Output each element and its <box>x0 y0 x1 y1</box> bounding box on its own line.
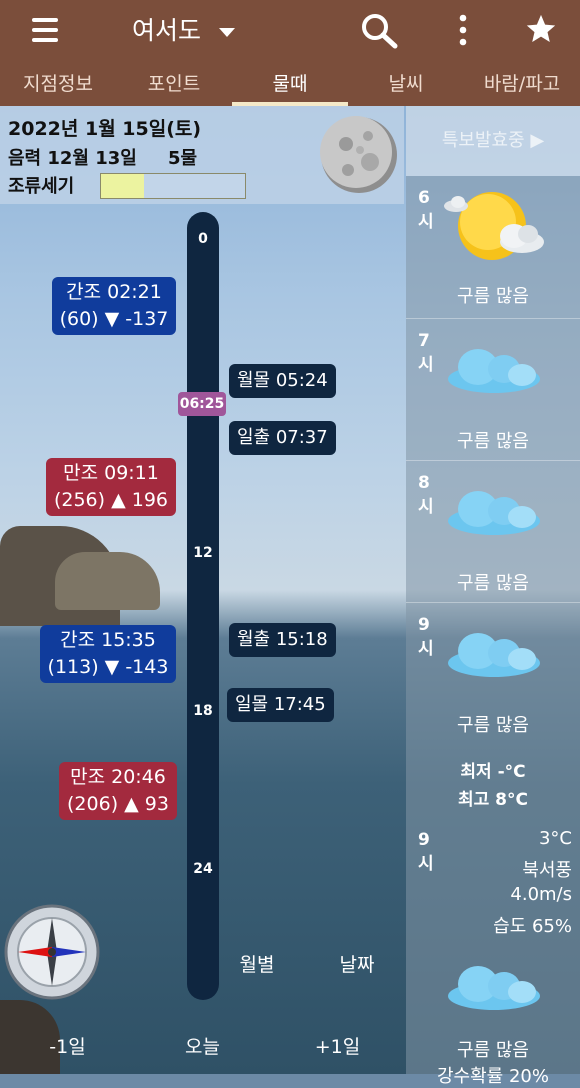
tide-event-high: 만조 09:11 (256) ▲ 196 <box>46 458 176 516</box>
humidity: 습도 65% <box>493 916 572 937</box>
tide-event-time: 만조 09:11 <box>63 462 159 484</box>
max-temp: 최고 8°C <box>457 790 528 810</box>
tide-timeline <box>187 212 219 1000</box>
tab-weather[interactable]: 날씨 <box>348 62 464 106</box>
tide-event-low: 간조 02:21 (60) ▼ -137 <box>52 277 176 335</box>
tide-event-time: 만조 20:46 <box>70 766 166 788</box>
timeline-tick: 18 <box>193 703 213 719</box>
weather-condition: 구름 많음 <box>457 715 529 736</box>
date-picker-button[interactable]: 날짜 <box>322 950 392 977</box>
cloud-icon <box>448 491 540 535</box>
timeline-tick: 12 <box>193 545 213 561</box>
moonrise-label: 월출 15:18 <box>229 623 336 657</box>
tide-event-level: (113) ▼ -143 <box>47 656 169 678</box>
hour-label: 9시 <box>418 615 434 659</box>
compass-icon[interactable] <box>4 904 100 1000</box>
tab-points[interactable]: 포인트 <box>116 62 232 106</box>
hour-label: 6시 <box>418 188 434 232</box>
tide-event-high: 만조 20:46 (206) ▲ 93 <box>59 762 177 820</box>
next-day-button[interactable]: +1일 <box>270 1032 405 1059</box>
tide-event-low: 간조 15:35 (113) ▼ -143 <box>40 625 176 683</box>
weather-condition: 구름 많음 <box>457 573 529 594</box>
timeline-tick: 0 <box>198 231 208 247</box>
weather-condition: 구름 많음 <box>457 1040 529 1061</box>
tab-station-info[interactable]: 지점정보 <box>0 62 116 106</box>
hourly-forecast-item: 8시 구름 많음 <box>406 460 580 603</box>
min-temp: 최저 -°C <box>460 762 526 782</box>
sun-cloud-icon <box>444 192 544 260</box>
tab-bar: 지점정보 포인트 물때 날씨 바람/파고 <box>0 62 580 106</box>
hour-label: 9시 <box>418 830 434 874</box>
menu-icon[interactable] <box>32 18 58 42</box>
hourly-forecast-item: 6시 구름 많음 <box>406 176 580 318</box>
tab-tide[interactable]: 물때 <box>232 62 348 106</box>
chevron-down-icon <box>218 27 235 37</box>
tab-wind-wave[interactable]: 바람/파고 <box>464 62 580 106</box>
date-label: 2022년 1월 15일(토) <box>8 118 202 140</box>
today-button[interactable]: 오늘 <box>135 1032 270 1059</box>
tide-event-time: 간조 02:21 <box>66 281 162 303</box>
tide-strength-fill <box>101 174 145 198</box>
current-time-marker: 06:25 <box>178 392 226 416</box>
hourly-forecast-item: 9시 구름 많음 최저 -°C 최고 8°C <box>406 602 580 819</box>
hourly-forecast-item: 7시 구름 많음 <box>406 318 580 461</box>
mul-label: 5물 <box>168 148 198 169</box>
cloud-icon <box>448 633 540 677</box>
cloud-icon <box>448 349 540 393</box>
more-vert-icon[interactable] <box>456 14 470 46</box>
sunrise-label: 일출 07:37 <box>229 421 336 455</box>
star-icon[interactable] <box>524 12 558 46</box>
search-icon[interactable] <box>360 12 400 50</box>
tide-event-time: 간조 15:35 <box>60 629 156 651</box>
special-warning-button[interactable]: 특보발효중 ▶ <box>406 106 580 176</box>
tide-event-level: (256) ▲ 196 <box>53 489 169 511</box>
sunset-label: 일몰 17:45 <box>227 688 334 722</box>
weather-condition: 구름 많음 <box>457 431 529 452</box>
current-weather-item: 9시 3°C 북서풍 4.0m/s 습도 65% 구름 많음 강수확률 20% <box>406 818 580 1087</box>
wind-direction: 북서풍 <box>522 860 572 881</box>
date-info-panel: 2022년 1월 15일(토) 음력 12월 13일 5물 조류세기 <box>0 106 404 204</box>
tide-event-level: (60) ▼ -137 <box>59 308 169 330</box>
rock <box>55 552 160 610</box>
app-bar: 여서도 <box>0 0 580 62</box>
cloud-icon <box>448 966 540 1010</box>
hour-label: 7시 <box>418 331 434 375</box>
location-name: 여서도 <box>132 16 202 45</box>
wind-speed: 4.0m/s <box>510 884 572 905</box>
lunar-date: 음력 12월 13일 <box>8 148 137 169</box>
timeline-tick: 24 <box>193 861 213 877</box>
moonset-label: 월몰 05:24 <box>229 364 336 398</box>
moon-icon <box>320 116 397 193</box>
location-dropdown[interactable]: 여서도 <box>132 12 235 50</box>
weather-condition: 구름 많음 <box>457 286 529 307</box>
tide-event-level: (206) ▲ 93 <box>67 793 169 815</box>
tide-strength-label: 조류세기 <box>8 176 75 197</box>
monthly-button[interactable]: 월별 <box>222 950 292 977</box>
current-temp: 3°C <box>538 828 572 849</box>
rain-probability: 강수확률 20% <box>437 1066 549 1087</box>
hour-label: 8시 <box>418 473 434 517</box>
tide-strength-bar <box>100 173 246 199</box>
prev-day-button[interactable]: -1일 <box>0 1032 135 1059</box>
